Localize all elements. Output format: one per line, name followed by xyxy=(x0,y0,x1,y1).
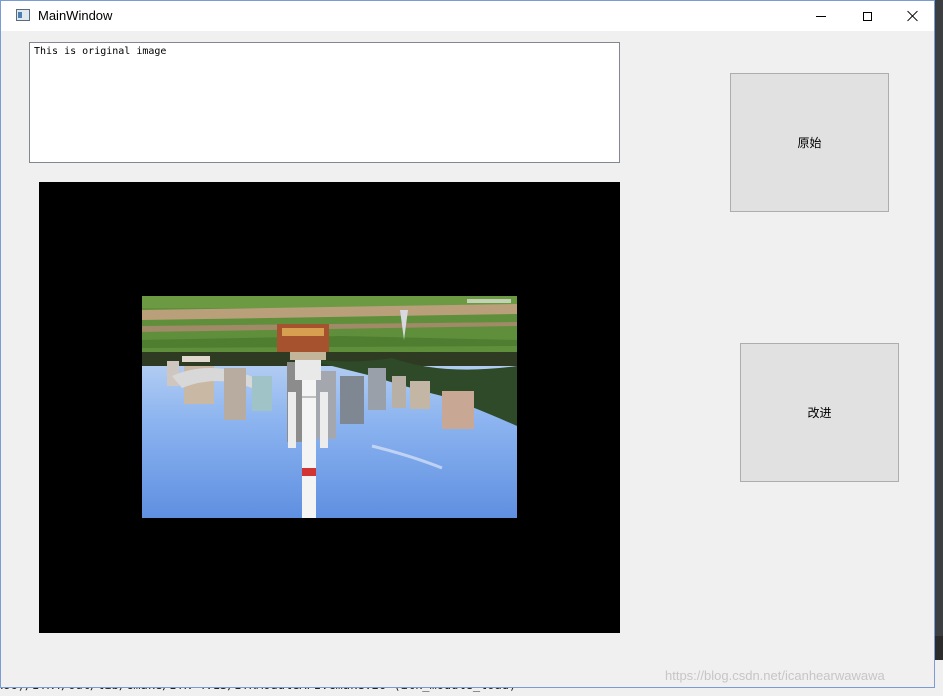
improve-button[interactable]: 改进 xyxy=(740,343,899,482)
minimize-button[interactable] xyxy=(798,1,844,31)
minimize-icon xyxy=(816,15,826,17)
window-title: MainWindow xyxy=(38,8,113,23)
main-window: MainWindow This is original image 原始 改进 xyxy=(0,0,935,688)
close-button[interactable] xyxy=(890,1,936,31)
watermark-text: https://blog.csdn.net/icanhearwawawa xyxy=(665,668,885,683)
image-view xyxy=(39,182,620,633)
maximize-button[interactable] xyxy=(844,1,890,31)
info-text-box[interactable]: This is original image xyxy=(29,42,620,163)
displayed-image xyxy=(142,296,517,518)
app-icon xyxy=(16,9,30,21)
title-bar[interactable]: MainWindow xyxy=(1,1,934,31)
maximize-icon xyxy=(862,11,872,21)
close-icon xyxy=(907,10,919,22)
original-button[interactable]: 原始 xyxy=(730,73,889,212)
